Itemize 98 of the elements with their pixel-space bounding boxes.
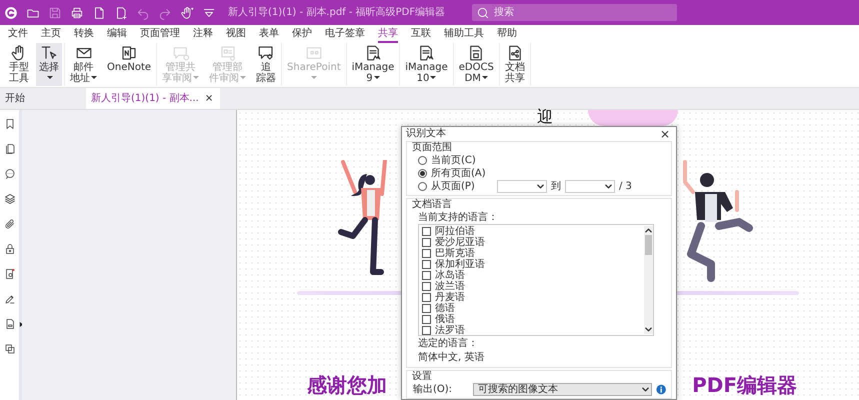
language-option[interactable]: 法罗语 <box>435 325 465 336</box>
menu-tab[interactable]: 辅助工具 <box>444 28 484 43</box>
document-icon <box>417 44 436 62</box>
chat-bubble-icon <box>257 44 276 62</box>
checkbox[interactable] <box>422 227 431 236</box>
page-total: / 3 <box>619 180 632 193</box>
window-title: 新人引导(1)(1) - 副本.pdf - 福昕高级PDF编辑器 <box>228 6 446 20</box>
language-option[interactable]: 爱沙尼亚语 <box>435 237 485 248</box>
radio-button[interactable] <box>418 169 427 178</box>
checkbox[interactable] <box>422 304 431 313</box>
ribbon-button[interactable]: 文档 共享 <box>502 43 528 86</box>
chat-bubble-icon <box>172 44 190 62</box>
radio-button[interactable] <box>418 182 427 191</box>
checkbox[interactable] <box>422 238 431 247</box>
heading-text: 迎 <box>537 110 553 126</box>
language-option[interactable]: 俄语 <box>435 314 455 325</box>
chevron-down-icon <box>642 387 649 392</box>
scrollbar[interactable] <box>644 226 653 334</box>
paperclip-icon[interactable] <box>4 218 16 230</box>
checkbox[interactable] <box>422 315 431 324</box>
menu-tab[interactable]: 表单 <box>259 28 279 43</box>
language-option[interactable]: 丹麦语 <box>435 292 465 303</box>
chevron-up-icon[interactable] <box>645 228 652 233</box>
menu-tab[interactable]: 电子签章 <box>325 28 365 43</box>
app-logo-icon <box>4 6 18 20</box>
document-icon <box>218 44 237 62</box>
checkbox[interactable] <box>422 282 431 291</box>
group-label: 页面范围 <box>412 142 453 154</box>
info-icon[interactable] <box>656 384 666 395</box>
menu-tab[interactable]: 转换 <box>74 28 94 43</box>
menu-tab[interactable]: 保护 <box>292 28 312 43</box>
menu-tab[interactable]: 注释 <box>193 28 213 43</box>
checkbox[interactable] <box>422 271 431 280</box>
layers-icon[interactable] <box>4 193 16 205</box>
document-icon[interactable] <box>4 318 16 330</box>
chevron-down-icon <box>537 184 544 189</box>
network-icon <box>304 44 323 62</box>
language-option[interactable]: 德语 <box>435 303 455 314</box>
ribbon-button[interactable]: eDOCS DM <box>456 43 497 86</box>
hand-icon[interactable] <box>180 6 194 20</box>
output-label: 输出(O): <box>413 383 454 396</box>
group-label: 设置 <box>412 371 433 383</box>
language-option[interactable]: 冰岛语 <box>435 270 465 281</box>
ribbon-button[interactable]: iManage 10 <box>402 43 451 86</box>
close-button[interactable]: × <box>658 128 672 140</box>
chevron-down-icon[interactable] <box>645 327 652 332</box>
certificate-icon[interactable] <box>4 268 16 280</box>
checkbox[interactable] <box>422 260 431 269</box>
bookmark-icon[interactable] <box>4 118 16 130</box>
selected-languages-label: 选定的语言： <box>417 336 479 351</box>
headline-text: PDF编辑器 <box>692 374 797 396</box>
chevron-down-icon <box>605 184 612 189</box>
print-icon[interactable] <box>70 6 84 20</box>
document-add-icon[interactable] <box>114 6 128 20</box>
lock-icon[interactable] <box>4 243 16 255</box>
language-option[interactable]: 波兰语 <box>435 281 465 292</box>
to-label: 到 <box>551 180 561 193</box>
headline-text: 感谢您加 <box>307 374 387 396</box>
checkbox[interactable] <box>422 326 431 335</box>
ribbon-button[interactable]: 手型 工具 <box>6 43 32 86</box>
menu-tab[interactable]: 帮助 <box>497 28 517 43</box>
radio-label[interactable]: 所有页面(A) <box>431 167 486 180</box>
document-tab[interactable]: 开始 <box>0 88 86 109</box>
scrollbar-thumb[interactable] <box>645 235 652 255</box>
notebook-icon <box>120 44 138 62</box>
language-option[interactable]: 阿拉伯语 <box>435 226 475 237</box>
document-tab[interactable]: 新人引导(1)(1) - 副本... × <box>86 88 220 109</box>
copy-icon[interactable] <box>4 343 16 355</box>
menu-tab[interactable]: 互联 <box>411 28 431 43</box>
text-select-icon <box>40 44 58 62</box>
menu-tab[interactable]: 页面管理 <box>140 28 180 43</box>
close-tab-button[interactable]: × <box>202 94 216 104</box>
ribbon-button[interactable]: 邮件 地址 <box>67 43 100 86</box>
menu-tab[interactable]: 视图 <box>226 28 246 43</box>
ribbon-button[interactable]: 选择 <box>36 43 62 86</box>
document-icon[interactable] <box>92 6 106 20</box>
pen-icon[interactable] <box>4 293 16 305</box>
menu-tab[interactable]: 文件 <box>8 28 28 43</box>
list-label: 当前支持的语言： <box>417 211 499 224</box>
output-dropdown[interactable]: 可搜索的图像文本 <box>473 383 652 396</box>
search-icon <box>476 6 490 20</box>
language-option[interactable]: 保加利亚语 <box>435 259 485 270</box>
checkbox[interactable] <box>422 293 431 302</box>
radio-label[interactable]: 当前页(C) <box>431 154 476 167</box>
selected-languages-value: 简体中文, 英语 <box>417 351 486 365</box>
ribbon-button[interactable]: 追 踪器 <box>253 43 280 86</box>
comment-icon[interactable] <box>4 168 16 180</box>
language-option[interactable]: 巴斯克语 <box>435 248 475 259</box>
radio-label[interactable]: 从页面(P) <box>431 180 493 193</box>
pages-icon[interactable] <box>4 143 16 155</box>
ribbon-button[interactable]: iManage 9 <box>348 43 398 86</box>
menu-tab[interactable]: 主页 <box>41 28 61 43</box>
ribbon-button[interactable]: OneNote <box>104 43 154 86</box>
dialog-title: 识别文本 <box>406 127 446 141</box>
menu-tab[interactable]: 编辑 <box>107 28 127 43</box>
group-label: 文档语言 <box>412 199 453 211</box>
checkbox[interactable] <box>422 249 431 258</box>
radio-button[interactable] <box>418 156 427 165</box>
